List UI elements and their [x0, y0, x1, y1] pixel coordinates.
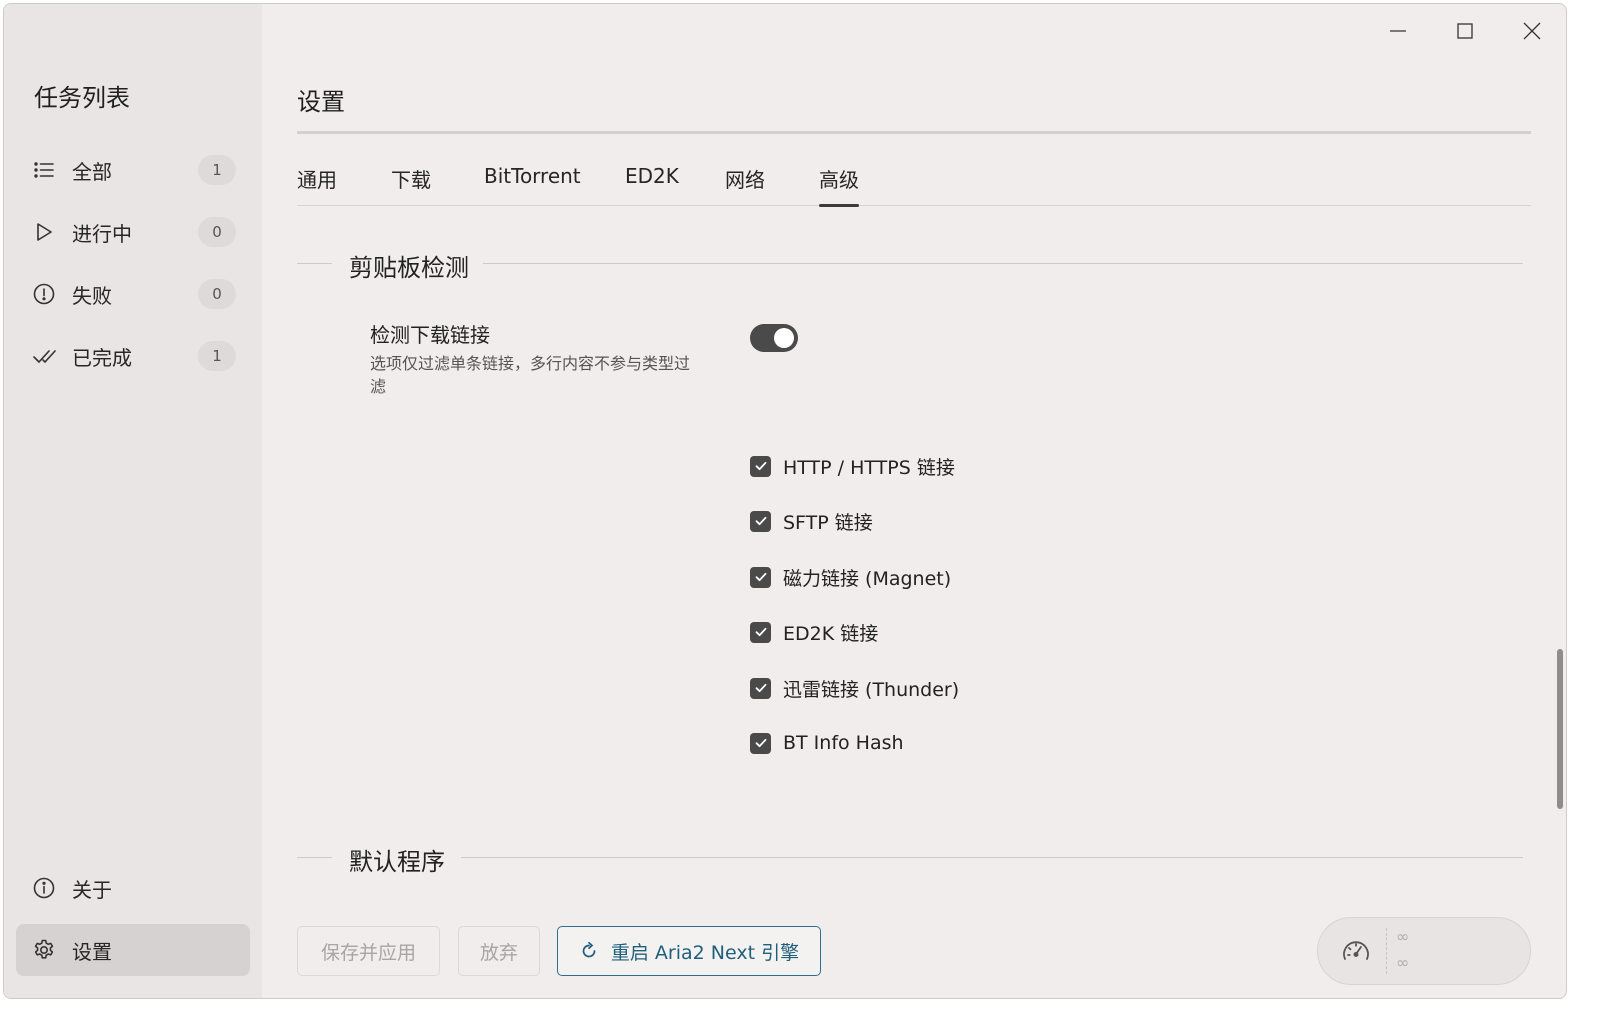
app-window: 任务列表 全部 1 进行中 0 失败 0 已完成 1 关于 设置 设置 通用 下…	[3, 3, 1567, 999]
check-magnet[interactable]: 磁力链接 (Magnet)	[750, 565, 952, 590]
sidebar-item-settings[interactable]: 设置	[16, 924, 250, 976]
checkbox-label: BT Info Hash	[783, 732, 904, 754]
divider	[297, 857, 332, 858]
sidebar-item-all[interactable]: 全部 1	[16, 144, 250, 196]
sidebar: 任务列表 全部 1 进行中 0 失败 0 已完成 1 关于 设置	[4, 4, 262, 998]
count-badge: 1	[198, 341, 236, 371]
toggle-knob	[774, 328, 794, 348]
checkbox[interactable]	[750, 510, 771, 532]
sidebar-item-completed[interactable]: 已完成 1	[16, 330, 250, 382]
divider	[297, 263, 332, 264]
info-icon	[32, 876, 56, 900]
maximize-icon	[1457, 23, 1473, 39]
tab-download[interactable]: 下载	[391, 164, 431, 207]
checkbox[interactable]	[750, 621, 771, 643]
download-speed: ∞	[1396, 953, 1410, 972]
check-icon	[755, 683, 766, 693]
sidebar-item-label: 失败	[72, 283, 112, 308]
check-icon	[755, 461, 766, 471]
list-icon	[32, 158, 56, 182]
sidebar-item-label: 设置	[72, 939, 112, 964]
sidebar-item-label: 全部	[72, 159, 112, 184]
close-icon	[1523, 22, 1541, 40]
restart-engine-button[interactable]: 重启 Aria2 Next 引擎	[557, 926, 821, 976]
play-icon	[32, 220, 56, 244]
tab-bittorrent[interactable]: BitTorrent	[484, 164, 581, 202]
option-description: 选项仅过滤单条链接，多行内容不参与类型过滤	[370, 354, 691, 396]
check-icon	[755, 738, 766, 748]
tab-advanced[interactable]: 高级	[819, 164, 859, 207]
divider	[1386, 928, 1387, 974]
upload-speed: ∞	[1396, 927, 1410, 946]
double-check-icon	[32, 344, 56, 368]
count-badge: 1	[198, 155, 236, 185]
section-title: 剪贴板检测	[349, 248, 485, 283]
sidebar-item-label: 进行中	[72, 221, 132, 246]
close-button[interactable]	[1512, 16, 1552, 46]
section-title: 默认程序	[349, 842, 461, 877]
scrollbar-thumb[interactable]	[1557, 649, 1563, 809]
check-bt-info-hash[interactable]: BT Info Hash	[750, 731, 904, 755]
sidebar-item-label: 已完成	[72, 345, 132, 370]
sidebar-title: 任务列表	[34, 84, 130, 112]
check-icon	[755, 627, 766, 637]
check-thunder[interactable]: 迅雷链接 (Thunder)	[750, 676, 960, 701]
check-sftp[interactable]: SFTP 链接	[750, 509, 873, 534]
discard-button[interactable]: 放弃	[458, 926, 540, 976]
checkbox[interactable]	[750, 677, 771, 699]
alert-circle-icon	[32, 282, 56, 306]
page-title: 设置	[297, 88, 345, 116]
tab-network[interactable]: 网络	[725, 164, 765, 207]
minimize-icon	[1390, 30, 1406, 32]
check-icon	[755, 516, 766, 526]
count-badge: 0	[198, 279, 236, 309]
check-http[interactable]: HTTP / HTTPS 链接	[750, 454, 955, 479]
sidebar-item-failed[interactable]: 失败 0	[16, 268, 250, 320]
check-ed2k[interactable]: ED2K 链接	[750, 620, 879, 645]
refresh-icon	[582, 941, 596, 958]
checkbox[interactable]	[750, 455, 771, 477]
checkbox-label: SFTP 链接	[783, 511, 873, 534]
checkbox-label: ED2K 链接	[783, 622, 879, 645]
sidebar-item-about[interactable]: 关于	[16, 862, 250, 914]
speed-indicator[interactable]: ∞ ∞	[1317, 917, 1531, 985]
tab-ed2k[interactable]: ED2K	[625, 164, 679, 202]
checkbox-label: 迅雷链接 (Thunder)	[783, 678, 960, 701]
checkbox-label: HTTP / HTTPS 链接	[783, 456, 955, 479]
sidebar-item-active[interactable]: 进行中 0	[16, 206, 250, 258]
minimize-button[interactable]	[1378, 16, 1418, 46]
section-clipboard-header: 剪贴板检测	[297, 248, 1523, 283]
sidebar-item-label: 关于	[72, 877, 112, 902]
settings-tabs: 通用 下载 BitTorrent ED2K 网络 高级	[297, 154, 1531, 207]
tab-general[interactable]: 通用	[297, 164, 337, 207]
checkbox[interactable]	[750, 732, 771, 754]
maximize-button[interactable]	[1445, 16, 1485, 46]
detect-links-toggle[interactable]	[750, 324, 798, 352]
section-default-program-header: 默认程序	[297, 842, 1523, 877]
restart-engine-label: 重启 Aria2 Next 引擎	[610, 941, 800, 964]
checkbox-label: 磁力链接 (Magnet)	[783, 567, 952, 590]
gear-icon	[32, 938, 56, 962]
checkbox[interactable]	[750, 566, 771, 588]
option-label: 检测下载链接	[370, 323, 490, 347]
divider	[483, 263, 1523, 264]
check-icon	[755, 572, 766, 582]
title-divider	[297, 131, 1531, 134]
save-apply-button[interactable]: 保存并应用	[297, 926, 440, 976]
speedometer-icon	[1340, 936, 1372, 972]
count-badge: 0	[198, 217, 236, 247]
divider	[461, 857, 1523, 858]
